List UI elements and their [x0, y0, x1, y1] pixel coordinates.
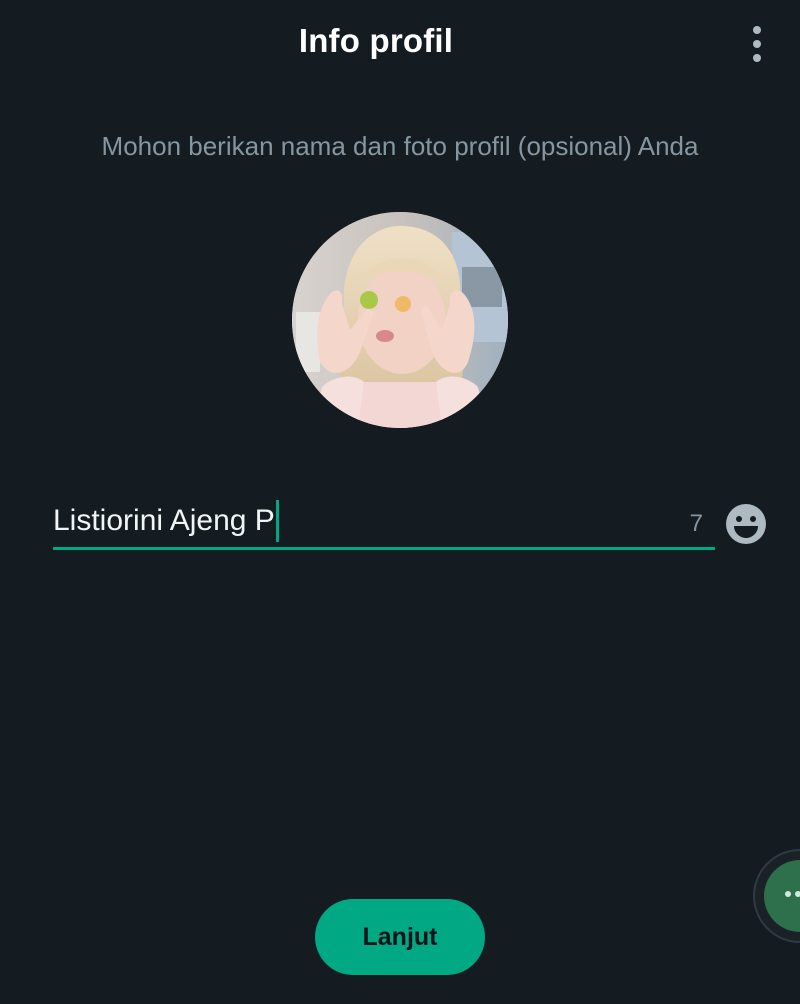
- profile-photo-image: [292, 212, 508, 428]
- more-vert-icon-dot: [753, 54, 761, 62]
- name-field-underline: [53, 547, 715, 550]
- profile-photo[interactable]: [292, 212, 508, 428]
- app-header: Info profil: [0, 0, 800, 90]
- name-input[interactable]: Listiorini Ajeng P: [53, 498, 673, 544]
- next-button[interactable]: Lanjut: [315, 899, 485, 975]
- more-vert-icon-dot: [753, 40, 761, 48]
- emoji-icon: [726, 504, 766, 544]
- name-field[interactable]: Listiorini Ajeng P 7: [53, 498, 715, 550]
- more-vert-icon: [753, 26, 761, 34]
- floating-bubble-icon: [753, 849, 800, 943]
- emoji-button[interactable]: [724, 502, 768, 546]
- name-input-value: Listiorini Ajeng P: [53, 504, 275, 537]
- character-counter: 7: [689, 510, 703, 537]
- more-options-button[interactable]: [740, 22, 774, 66]
- floating-chat-bubble[interactable]: [752, 848, 800, 944]
- instruction-text: Mohon berikan nama dan foto profil (opsi…: [101, 131, 699, 161]
- page-title: Info profil: [298, 22, 454, 59]
- text-cursor: [275, 500, 279, 542]
